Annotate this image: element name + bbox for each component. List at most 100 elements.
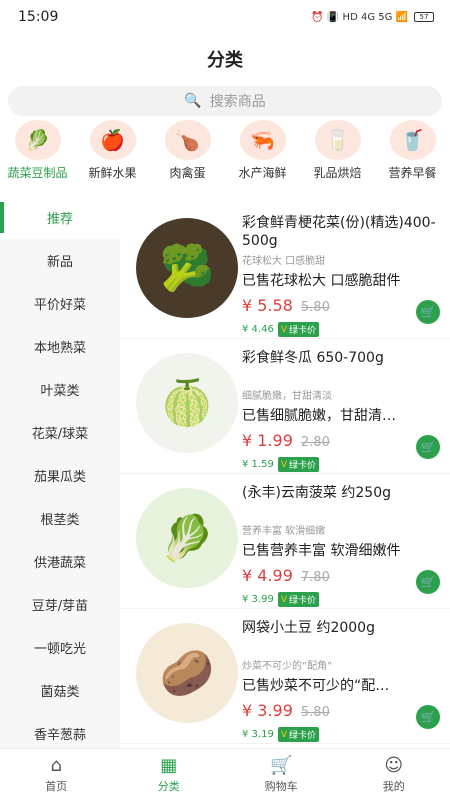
category-item[interactable]: 🥬 蔬菜豆制品 — [0, 120, 75, 184]
product-image[interactable]: 🥦 — [136, 218, 238, 318]
price: ¥ 4.99 — [242, 566, 293, 585]
sidebar-item[interactable]: 平价好菜 — [0, 282, 120, 325]
product-sold: 已售花球松大 口感脆甜件 — [242, 273, 401, 289]
member-badge: V 绿卡价 — [277, 457, 319, 472]
category-item[interactable]: 🦐 水产海鲜 — [225, 120, 300, 184]
cart-icon: 🛒 — [420, 305, 436, 319]
v-icon: V — [280, 594, 287, 605]
sidebar-item[interactable]: 本地熟菜 — [0, 325, 120, 368]
price-row: ¥ 5.58 5.80 — [242, 296, 330, 315]
product-name: (永丰)云南菠菜 约250g — [242, 485, 391, 501]
member-price: ¥ 3.19 — [242, 729, 274, 740]
original-price: 2.80 — [300, 435, 330, 450]
sidebar-item[interactable]: 一顿吃光 — [0, 626, 120, 669]
subcategory-sidebar: 推荐 新品 平价好菜 本地熟菜 叶菜类 花菜/球菜 茄果瓜类 根茎类 供港蔬菜 … — [0, 196, 120, 748]
add-to-cart-button[interactable]: 🛒 — [416, 435, 440, 459]
product-card[interactable]: 🥦 彩食鲜青梗花菜(份)(精选)400-500g 花球松大 口感脆甜 已售花球松… — [120, 204, 450, 339]
category-item[interactable]: 🥛 乳品烘焙 — [300, 120, 375, 184]
category-label: 新鲜水果 — [88, 166, 137, 180]
tab-category[interactable]: ▦ 分类 — [113, 749, 226, 800]
member-badge: V 绿卡价 — [277, 322, 319, 337]
category-label: 水产海鲜 — [238, 166, 287, 180]
price-row: ¥ 3.99 5.80 — [242, 701, 330, 720]
product-image[interactable]: 🍈 — [136, 353, 238, 453]
sidebar-item[interactable]: 茄果瓜类 — [0, 454, 120, 497]
product-card[interactable]: 🥬 (永丰)云南菠菜 约250g 营养丰富 软滑细嫩 已售营养丰富 软滑细嫩件 … — [120, 474, 450, 609]
cart-icon: 🛒 — [420, 710, 436, 724]
category-icon: 🍎 — [89, 120, 136, 160]
original-price: 5.80 — [300, 705, 330, 720]
member-price-row: ¥ 4.46 V 绿卡价 — [242, 322, 319, 337]
battery-icon: 57 — [414, 12, 434, 22]
product-tag: 炒菜不可少的“配角” — [242, 661, 333, 672]
cart-icon: 🛒 — [270, 755, 293, 776]
product-card[interactable]: 🍈 彩食鲜冬瓜 650-700g 细腻脆嫩，甘甜清淡 已售细腻脆嫩，甘甜清… ¥… — [120, 339, 450, 474]
sidebar-item[interactable]: 供港蔬菜 — [0, 540, 120, 583]
category-icon: 🦐 — [239, 120, 286, 160]
price-row: ¥ 4.99 7.80 — [242, 566, 330, 585]
product-sold: 已售炒菜不可少的“配… — [242, 678, 390, 694]
search-bar[interactable]: 🔍 搜索商品 — [8, 86, 442, 116]
product-image[interactable]: 🥔 — [136, 623, 238, 723]
member-price-row: ¥ 1.59 V 绿卡价 — [242, 457, 319, 472]
product-card[interactable]: 🥔 网袋小土豆 约2000g 炒菜不可少的“配角” 已售炒菜不可少的“配… ¥ … — [120, 609, 450, 744]
member-badge: V 绿卡价 — [277, 727, 319, 742]
add-to-cart-button[interactable]: 🛒 — [416, 705, 440, 729]
sidebar-item[interactable]: 新品 — [0, 239, 120, 282]
product-name: 彩食鲜青梗花菜(份)(精选)400-500g — [242, 215, 436, 249]
product-tag: 细腻脆嫩，甘甜清淡 — [242, 391, 332, 402]
badge-label: 绿卡价 — [288, 731, 316, 741]
sidebar-item[interactable]: 豆芽/芽苗 — [0, 583, 120, 626]
sidebar-item[interactable]: 叶菜类 — [0, 368, 120, 411]
category-item[interactable]: 🥤 营养早餐 — [375, 120, 450, 184]
badge-label: 绿卡价 — [288, 596, 316, 606]
category-icon: 🍗 — [164, 120, 211, 160]
product-image[interactable]: 🥬 — [136, 488, 238, 588]
sidebar-item[interactable]: 菌菇类 — [0, 669, 120, 712]
search-placeholder: 搜索商品 — [209, 94, 266, 110]
cart-icon: 🛒 — [420, 440, 436, 454]
tab-label: 我的 — [382, 780, 405, 793]
add-to-cart-button[interactable]: 🛒 — [416, 570, 440, 594]
sidebar-item[interactable]: 根茎类 — [0, 497, 120, 540]
member-price: ¥ 4.46 — [242, 324, 274, 335]
product-name: 网袋小土豆 约2000g — [242, 620, 375, 636]
v-icon: V — [280, 729, 287, 740]
sidebar-item[interactable]: 花菜/球菜 — [0, 411, 120, 454]
sidebar-item[interactable]: 推荐 — [0, 196, 120, 239]
tab-profile[interactable]: ☺ 我的 — [338, 749, 450, 800]
category-icon: 🥛 — [314, 120, 361, 160]
tab-cart[interactable]: 🛒 购物车 — [225, 749, 338, 800]
category-label: 蔬菜豆制品 — [7, 166, 68, 180]
tab-label: 分类 — [157, 780, 180, 793]
product-tag: 营养丰富 软滑细嫩 — [242, 526, 326, 537]
add-to-cart-button[interactable]: 🛒 — [416, 300, 440, 324]
product-tag: 花球松大 口感脆甜 — [242, 256, 326, 267]
product-list: 🥦 彩食鲜青梗花菜(份)(精选)400-500g 花球松大 口感脆甜 已售花球松… — [120, 204, 450, 748]
category-item[interactable]: 🍗 肉禽蛋 — [150, 120, 225, 184]
price-row: ¥ 1.99 2.80 — [242, 431, 330, 450]
category-icon: 🥤 — [389, 120, 436, 160]
member-price: ¥ 1.59 — [242, 459, 274, 470]
status-icons: ⏰ 📳 HD 4G 5G 📶 57 — [311, 12, 434, 23]
v-icon: V — [280, 324, 287, 335]
sidebar-item[interactable]: 香辛葱蒜 — [0, 712, 120, 748]
search-icon: 🔍 — [184, 93, 202, 109]
member-price: ¥ 3.99 — [242, 594, 274, 605]
user-icon: ☺ — [384, 755, 404, 776]
category-grid-icon: ▦ — [160, 755, 178, 776]
category-label: 营养早餐 — [388, 166, 437, 180]
member-price-row: ¥ 3.99 V 绿卡价 — [242, 592, 319, 607]
original-price: 5.80 — [300, 300, 330, 315]
tab-home[interactable]: ⌂ 首页 — [0, 749, 113, 800]
member-badge: V 绿卡价 — [277, 592, 319, 607]
price: ¥ 5.58 — [242, 296, 293, 315]
product-sold: 已售细腻脆嫩，甘甜清… — [242, 408, 396, 424]
category-item[interactable]: 🍎 新鲜水果 — [75, 120, 150, 184]
status-bar: 15:09 ⏰ 📳 HD 4G 5G 📶 57 — [0, 0, 450, 34]
product-name: 彩食鲜冬瓜 650-700g — [242, 350, 384, 366]
category-row: 🥬 蔬菜豆制品 🍎 新鲜水果 🍗 肉禽蛋 🦐 水产海鲜 🥛 乳品烘焙 🥤 营养早餐 — [0, 120, 450, 184]
signal-icons: ⏰ 📳 HD 4G 5G 📶 — [311, 11, 408, 23]
home-icon: ⌂ — [50, 755, 62, 776]
category-label: 乳品烘焙 — [313, 166, 362, 180]
